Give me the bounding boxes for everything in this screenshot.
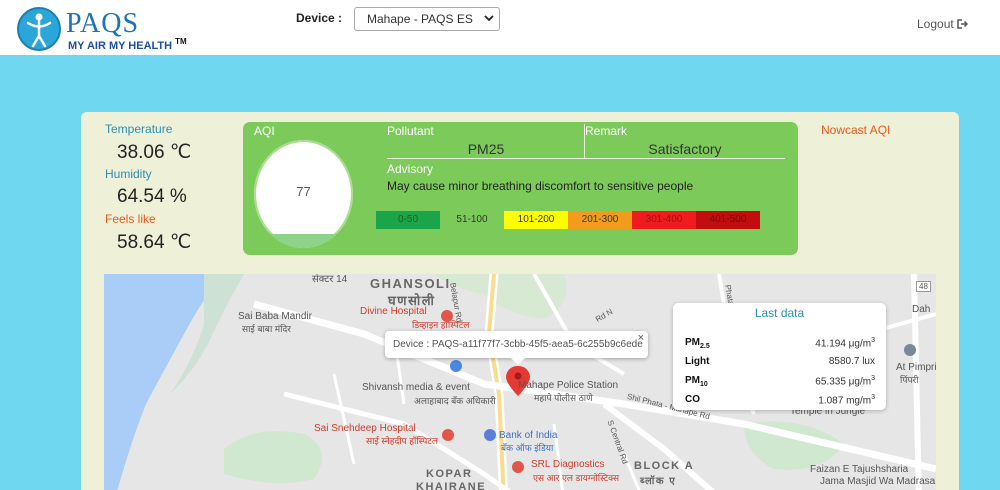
- aqi-scale-segment: 201-300: [568, 211, 632, 229]
- map-label-divine-dev: डिव्हाइन हॉस्पिटल: [412, 320, 470, 330]
- remark-label: Remark: [585, 124, 628, 138]
- bank-icon[interactable]: [484, 429, 496, 441]
- aqi-scale-segment: 401-500: [696, 211, 760, 229]
- map-label-shivansh: Shivansh media & event: [362, 382, 470, 393]
- divider: [387, 158, 785, 159]
- map-label-jama-masjid: Jama Masjid Wa Madrasa: [820, 476, 936, 487]
- map-label-sai-baba: Sai Baba Mandir: [238, 311, 312, 322]
- last-data-key: Light: [685, 356, 710, 367]
- close-icon[interactable]: ×: [638, 332, 644, 344]
- chevron-down-icon: [484, 15, 494, 22]
- last-data-value: 41.194 μg/m3: [815, 337, 875, 350]
- map-label-faizan: Faizan E Tajushsharia: [810, 464, 909, 475]
- paqs-logo[interactable]: PAQS MY AIR MY HEALTH TM: [16, 6, 187, 52]
- map-label-sai-baba-dev: साई बाबा मंदिर: [242, 324, 291, 334]
- logout-label: Logout: [917, 17, 954, 31]
- device-popup-text: Device : PAQS-a11f77f7-3cbb-45f5-aea5-6c…: [393, 339, 643, 350]
- humidity-value: 64.54 %: [117, 186, 187, 207]
- map-label-at-pimpri: At Pimpri: [896, 362, 936, 373]
- map-label-ghansoli: GHANSOLI: [370, 276, 451, 291]
- hospital-icon[interactable]: [512, 461, 524, 473]
- temperature-label: Temperature: [105, 122, 173, 136]
- aqi-scale-segment: 301-400: [632, 211, 696, 229]
- device-select[interactable]: Mahape - PAQS ES: [354, 7, 500, 31]
- map-label-shivansh-dev: अलाहाबाद बँक अधिकारी: [414, 396, 496, 406]
- last-data-title: Last data: [754, 306, 805, 320]
- map-label-sector: सेक्टर 14: [312, 274, 348, 285]
- logo-tagline: MY AIR MY HEALTH TM: [68, 37, 187, 52]
- aqi-panel: AQI 77 Pollutant PM25 Remark Satisfactor…: [243, 122, 798, 255]
- map-label-pimpri-dev: पिंपरी: [900, 375, 919, 385]
- last-data-value: 65.335 μg/m3: [815, 375, 875, 388]
- temperature-value: 38.06 ℃: [117, 142, 192, 163]
- device-map[interactable]: सेक्टर 14 GHANSOLI घणसोली Belapur Rd Pha…: [104, 274, 936, 490]
- pollutant-label: Pollutant: [387, 124, 434, 138]
- map-label-khairane: KHAIRANE: [416, 481, 487, 490]
- aqi-scale-segment: 101-200: [504, 211, 568, 229]
- advisory-text: May cause minor breathing discomfort to …: [387, 179, 694, 193]
- advisory-label: Advisory: [387, 162, 434, 176]
- humidity-label: Humidity: [105, 167, 152, 181]
- map-label-dah: Dah: [912, 304, 931, 315]
- last-data-key: PM10: [685, 375, 708, 388]
- map-label-srl-dev: एस आर एल डायग्नोस्टिक्स: [533, 473, 620, 483]
- map-label-divine-hospital: Divine Hospital: [360, 306, 427, 317]
- hospital-icon[interactable]: [441, 310, 453, 322]
- map-label-bank-dev: बँक ऑफ इंडिया: [501, 443, 554, 453]
- map-label-road-48: 48: [916, 281, 931, 292]
- device-select-value: Mahape - PAQS ES: [367, 12, 473, 26]
- logout-button[interactable]: Logout: [917, 17, 968, 31]
- last-data-key: PM2.5: [685, 337, 710, 350]
- sign-out-icon: [956, 19, 968, 29]
- place-icon[interactable]: [904, 344, 916, 356]
- aqi-title: AQI: [254, 124, 275, 138]
- transit-icon[interactable]: [450, 360, 462, 372]
- map-label-sai-snehdeep: Sai Snehdeep Hospital: [314, 423, 416, 434]
- last-data-value: 1.087 mg/m3: [818, 394, 875, 407]
- map-label-block-a-dev: ब्लॉक ए: [640, 476, 677, 487]
- last-data-panel: Last data PM2.5 41.194 μg/m3 Light 8580.7 l…: [673, 303, 886, 410]
- globe-figure-icon: [17, 7, 61, 51]
- aqi-value: 77: [296, 184, 311, 199]
- top-header: PAQS MY AIR MY HEALTH TM Device : Mahape…: [0, 0, 1000, 55]
- map-label-kopar: KOPAR: [426, 468, 473, 480]
- aqi-scale-segment: 51-100: [440, 211, 504, 229]
- nowcast-aqi-link[interactable]: Nowcast AQI: [821, 123, 890, 137]
- aqi-gauge-fill: [254, 234, 353, 248]
- pollutant-value: PM25: [467, 141, 505, 157]
- hospital-icon[interactable]: [442, 429, 454, 441]
- remark-value: Satisfactory: [648, 141, 722, 157]
- last-data-value: 8580.7 lux: [828, 356, 875, 367]
- map-label-sai-snehdeep-dev: साई स्नेहदीप हॉस्पिटल: [366, 436, 438, 446]
- dashboard-card: Temperature 38.06 ℃ Humidity 64.54 % Fee…: [81, 112, 959, 490]
- map-label-bank: Bank of India: [499, 430, 558, 441]
- map-label-srl: SRL Diagnostics: [531, 459, 605, 470]
- device-label: Device :: [296, 11, 343, 25]
- aqi-gauge: 77: [254, 140, 353, 248]
- last-data-key: CO: [685, 394, 700, 405]
- device-popup: Device : PAQS-a11f77f7-3cbb-45f5-aea5-6c…: [385, 331, 648, 365]
- feels-like-label: Feels like: [105, 212, 156, 226]
- aqi-scale-segment: 0-50: [376, 211, 440, 229]
- logo-text: PAQS: [66, 8, 140, 39]
- map-label-police: Mahape Police Station: [518, 380, 619, 391]
- aqi-scale-legend: 0-50 51-100 101-200 201-300 301-400 401-500: [376, 211, 760, 229]
- map-label-police-dev: महापे पोलीस ठाणे: [534, 393, 593, 403]
- feels-like-value: 58.64 ℃: [117, 232, 192, 253]
- map-label-block-a: BLOCK A: [634, 460, 695, 472]
- popup-tail: [511, 358, 525, 365]
